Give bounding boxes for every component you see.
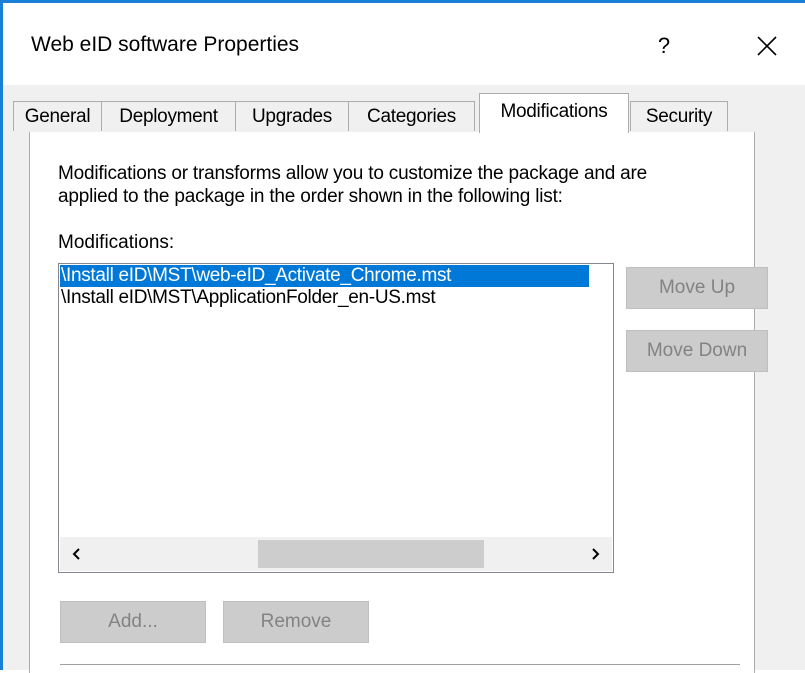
description-line-1: Modifications or transforms allow you to… <box>58 163 648 184</box>
add-button[interactable]: Add... <box>60 601 206 643</box>
tab-strip: General Deployment Upgrades Categories M… <box>3 85 805 133</box>
title-bar: Web eID software Properties ? <box>3 3 805 85</box>
list-item[interactable]: \Install eID\MST\web-eID_Activate_Chrome… <box>60 265 589 287</box>
scroll-right-button[interactable] <box>578 537 612 571</box>
tab-modifications[interactable]: Modifications <box>479 93 629 133</box>
scroll-left-button[interactable] <box>60 537 94 571</box>
move-down-button[interactable]: Move Down <box>626 330 768 372</box>
remove-button[interactable]: Remove <box>223 601 369 643</box>
tab-security[interactable]: Security <box>630 101 728 131</box>
chevron-right-icon <box>592 548 600 560</box>
chevron-left-icon <box>72 548 80 560</box>
scroll-thumb[interactable] <box>258 540 484 568</box>
help-button[interactable]: ? <box>641 25 687 67</box>
properties-dialog: Web eID software Properties ? General De… <box>0 0 805 673</box>
description-text: Modifications or transforms allow you to… <box>58 162 738 208</box>
tab-upgrades[interactable]: Upgrades <box>235 101 349 131</box>
separator <box>60 664 740 665</box>
move-up-button[interactable]: Move Up <box>626 267 768 309</box>
modifications-panel: Modifications or transforms allow you to… <box>29 132 768 673</box>
list-item[interactable]: \Install eID\MST\ApplicationFolder_en-US… <box>60 287 436 309</box>
description-line-2: applied to the package in the order show… <box>58 186 563 207</box>
close-icon <box>757 36 777 56</box>
horizontal-scrollbar[interactable] <box>60 537 612 571</box>
tab-categories[interactable]: Categories <box>348 101 475 131</box>
tab-general[interactable]: General <box>13 101 102 131</box>
modifications-label: Modifications: <box>58 232 175 253</box>
close-button[interactable] <box>741 25 793 67</box>
tab-deployment[interactable]: Deployment <box>101 101 236 131</box>
modifications-listbox[interactable]: \Install eID\MST\web-eID_Activate_Chrome… <box>58 263 614 573</box>
window-title: Web eID software Properties <box>31 33 300 56</box>
